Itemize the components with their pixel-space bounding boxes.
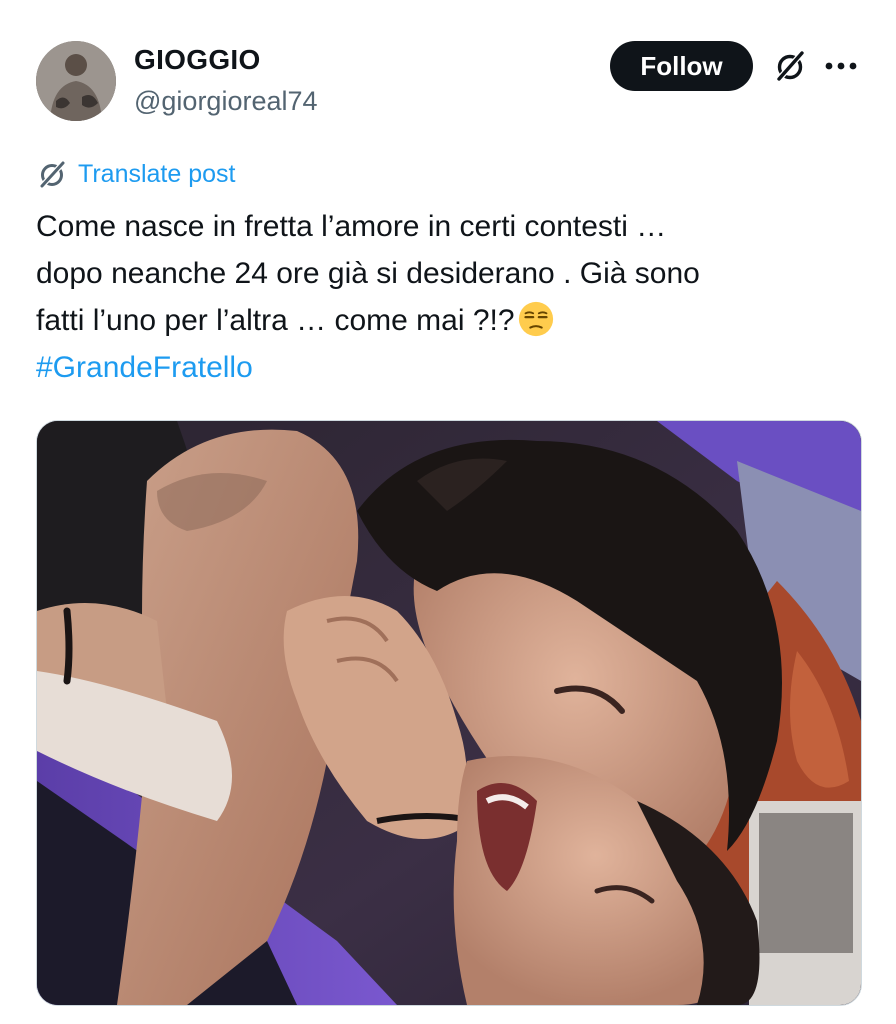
post-text-line: Come nasce in fretta l’amore in certi co… (36, 210, 667, 243)
post-text-line: dopo neanche 24 ore già si desiderano . … (36, 257, 700, 290)
avatar-image (36, 41, 116, 121)
post-media[interactable] (36, 420, 862, 1006)
translate-post-link[interactable]: Translate post (78, 160, 235, 189)
unamused-face-emoji-icon (518, 301, 553, 337)
more-icon[interactable] (823, 52, 859, 80)
display-name[interactable]: GIOGGIO (134, 44, 261, 76)
grok-translate-icon (39, 161, 66, 188)
post-photo (37, 421, 861, 1005)
post-text: Come nasce in fretta l’amore in certi co… (36, 203, 866, 391)
user-handle[interactable]: @giorgioreal74 (134, 86, 318, 117)
post-text-line: fatti l’uno per l’altra … come mai ?!? (36, 297, 866, 344)
post-text-fragment: fatti l’uno per l’altra … come mai ?!? (36, 304, 515, 337)
hashtag-link[interactable]: #GrandeFratello (36, 344, 866, 391)
avatar[interactable] (36, 41, 116, 121)
follow-button[interactable]: Follow (610, 41, 753, 91)
translate-row[interactable]: Translate post (36, 158, 235, 190)
grok-icon[interactable] (772, 48, 808, 84)
